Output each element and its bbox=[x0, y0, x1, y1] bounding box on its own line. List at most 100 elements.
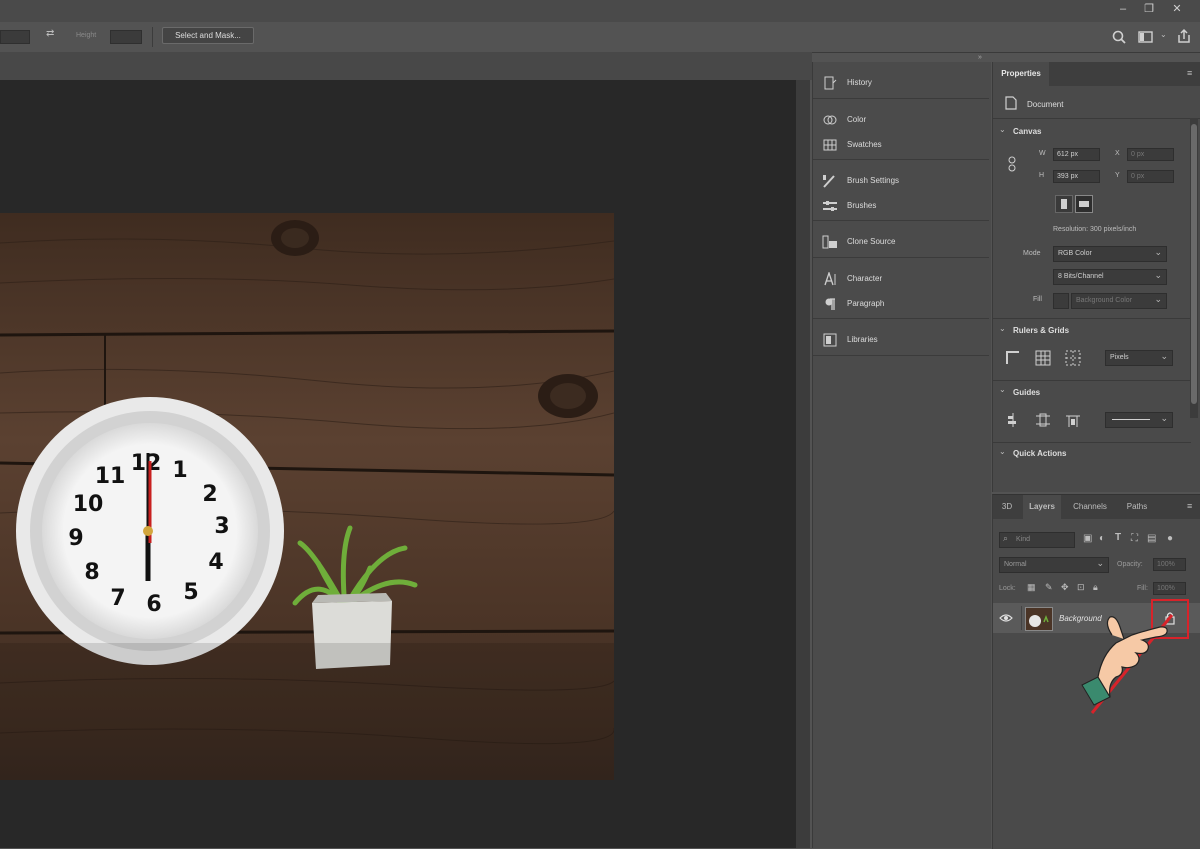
panel-history[interactable]: History bbox=[813, 70, 989, 95]
lock-transparent-icon[interactable]: ▦ bbox=[1027, 582, 1036, 593]
chevron-down-icon[interactable]: ⌄ bbox=[999, 324, 1006, 333]
brush-settings-icon bbox=[822, 174, 838, 188]
character-icon bbox=[822, 271, 838, 286]
guide-layout-icon[interactable] bbox=[1065, 412, 1081, 428]
units-dropdown[interactable]: Pixels bbox=[1105, 349, 1173, 366]
canvas-width-field[interactable]: 612 px bbox=[1053, 148, 1100, 161]
filter-shape-icon[interactable]: ⛶ bbox=[1131, 533, 1138, 544]
grid-icon[interactable] bbox=[1035, 350, 1051, 366]
link-icon[interactable] bbox=[1007, 156, 1017, 172]
canvas-scrollbar[interactable] bbox=[796, 80, 810, 848]
fill-swatch[interactable] bbox=[1053, 293, 1069, 309]
panel-group: Character Paragraph bbox=[813, 266, 989, 319]
swap-icon[interactable]: ⇄ bbox=[46, 28, 54, 39]
pixel-grid-icon[interactable] bbox=[1065, 350, 1081, 366]
ruler-icon[interactable] bbox=[1005, 350, 1021, 366]
filter-smart-object-icon[interactable]: ▤ bbox=[1147, 533, 1156, 544]
x-label: X bbox=[1115, 150, 1120, 157]
lock-artboard-icon[interactable]: ⊡ bbox=[1077, 582, 1085, 593]
document-tab-bar bbox=[0, 52, 812, 80]
divider bbox=[993, 318, 1191, 319]
quick-actions-title: Quick Actions bbox=[1013, 449, 1067, 458]
layer-thumbnail[interactable] bbox=[1025, 607, 1053, 631]
clone-source-icon bbox=[822, 235, 838, 249]
clock-numeral: 10 bbox=[73, 492, 104, 517]
filter-type-icon[interactable]: T bbox=[1115, 532, 1121, 543]
layer-filter-field[interactable]: ⌕ Kind bbox=[999, 532, 1075, 548]
align-guides-icon[interactable] bbox=[1005, 412, 1021, 428]
divider bbox=[1021, 606, 1022, 630]
canvas-section-title: Canvas bbox=[1013, 127, 1042, 136]
height-field[interactable] bbox=[110, 30, 142, 44]
lock-all-icon[interactable]: 🔒︎ bbox=[1093, 582, 1098, 593]
divider bbox=[993, 118, 1200, 119]
chevron-down-icon[interactable]: ⌄ bbox=[1160, 30, 1167, 39]
eye-icon[interactable] bbox=[999, 613, 1013, 623]
panel-group: History bbox=[813, 70, 989, 99]
canvas-height-field[interactable]: 393 px bbox=[1053, 170, 1100, 183]
tab-channels[interactable]: Channels bbox=[1065, 495, 1115, 519]
mode-dropdown[interactable]: RGB Color bbox=[1053, 245, 1167, 262]
lock-label: Lock: bbox=[999, 585, 1016, 592]
filter-toggle-icon[interactable]: ● bbox=[1167, 533, 1173, 544]
canvas-x-field[interactable]: 0 px bbox=[1127, 148, 1174, 161]
filter-pixel-icon[interactable]: ▣ bbox=[1083, 533, 1092, 544]
document-icon bbox=[1005, 96, 1017, 110]
panel-label: Libraries bbox=[847, 335, 878, 344]
portrait-orientation-icon[interactable] bbox=[1055, 195, 1073, 213]
tab-layers[interactable]: Layers bbox=[1023, 495, 1061, 519]
panel-menu-icon[interactable]: ≡ bbox=[1187, 501, 1192, 511]
panel-label: History bbox=[847, 78, 872, 87]
guide-style-dropdown[interactable] bbox=[1105, 411, 1173, 428]
add-guides-icon[interactable] bbox=[1035, 412, 1051, 428]
panel-brush-settings[interactable]: Brush Settings bbox=[813, 168, 989, 193]
landscape-orientation-icon[interactable] bbox=[1075, 195, 1093, 213]
bit-depth-dropdown[interactable]: 8 Bits/Channel bbox=[1053, 268, 1167, 285]
fill-label: Fill bbox=[1033, 296, 1042, 303]
layers-tabbar: 3D Layers Channels Paths ≡ bbox=[993, 495, 1200, 519]
chevron-down-icon[interactable]: ⌄ bbox=[999, 447, 1006, 456]
share-icon[interactable] bbox=[1176, 28, 1192, 44]
panel-menu-icon[interactable]: ≡ bbox=[1187, 68, 1192, 78]
panel-dock: » History Color Swatches Brush Settings … bbox=[812, 54, 991, 848]
chevron-down-icon[interactable]: ⌄ bbox=[999, 125, 1006, 134]
workspace-icon[interactable] bbox=[1138, 30, 1154, 44]
clock-numeral: 7 bbox=[110, 586, 125, 611]
canvas-y-field[interactable]: 0 px bbox=[1127, 170, 1174, 183]
panel-group: Brush Settings Brushes bbox=[813, 168, 989, 221]
collapse-icon[interactable]: » bbox=[978, 54, 982, 61]
panel-paragraph[interactable]: Paragraph bbox=[813, 291, 989, 316]
libraries-icon bbox=[822, 333, 838, 347]
panel-color[interactable]: Color bbox=[813, 107, 989, 132]
panel-character[interactable]: Character bbox=[813, 266, 989, 291]
search-icon[interactable] bbox=[1112, 30, 1126, 44]
lock-position-icon[interactable]: ✥ bbox=[1061, 582, 1069, 593]
fill-dropdown[interactable]: Background Color bbox=[1071, 292, 1167, 309]
panel-clone-source[interactable]: Clone Source bbox=[813, 229, 989, 254]
properties-scrollbar-thumb[interactable] bbox=[1191, 124, 1197, 404]
select-and-mask-button[interactable]: Select and Mask... bbox=[162, 27, 254, 44]
blend-mode-dropdown[interactable]: Normal bbox=[999, 556, 1109, 573]
swatches-icon bbox=[822, 138, 838, 152]
tab-properties[interactable]: Properties bbox=[993, 62, 1049, 86]
clock-numeral: 11 bbox=[95, 464, 126, 489]
lock-pixels-icon[interactable]: ✎ bbox=[1045, 582, 1053, 593]
clock-numeral: 5 bbox=[183, 580, 198, 605]
rulers-grids-title: Rulers & Grids bbox=[1013, 326, 1070, 335]
fill-field[interactable]: 100% bbox=[1153, 582, 1186, 595]
panel-label: Brush Settings bbox=[847, 176, 900, 185]
tab-paths[interactable]: Paths bbox=[1119, 495, 1155, 519]
close-icon[interactable]: ✕ bbox=[1162, 0, 1192, 18]
width-field[interactable] bbox=[0, 30, 30, 44]
panel-label: Character bbox=[847, 274, 883, 283]
panel-libraries[interactable]: Libraries bbox=[813, 327, 989, 352]
document-image[interactable]: 12 1 2 3 4 5 6 7 8 9 10 11 bbox=[0, 213, 614, 780]
filter-adjustment-icon[interactable]: ◐ bbox=[1099, 533, 1105, 544]
restore-icon[interactable]: ❐ bbox=[1134, 0, 1164, 18]
chevron-down-icon[interactable]: ⌄ bbox=[999, 385, 1006, 394]
tab-3d[interactable]: 3D bbox=[993, 495, 1021, 519]
guides-title: Guides bbox=[1013, 388, 1041, 397]
panel-brushes[interactable]: Brushes bbox=[813, 193, 989, 218]
panel-swatches[interactable]: Swatches bbox=[813, 132, 989, 157]
opacity-field[interactable]: 100% bbox=[1153, 558, 1186, 571]
